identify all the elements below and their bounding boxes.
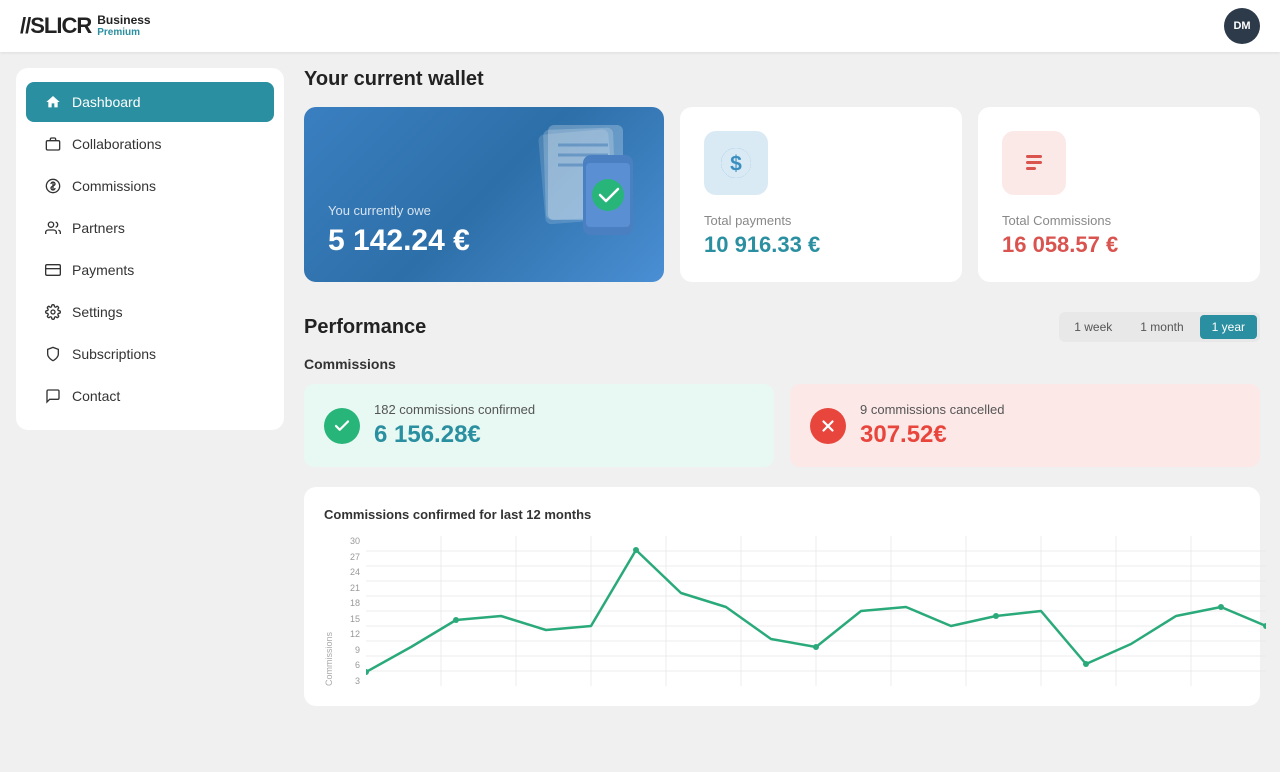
sidebar-item-payments[interactable]: Payments: [26, 250, 274, 290]
commission-cards: 182 commissions confirmed 6 156.28€ 9 co…: [304, 384, 1260, 467]
commissions-amount: 16 058.57 €: [1002, 232, 1118, 258]
y-axis-label: Commissions: [324, 536, 334, 686]
cancelled-amount: 307.52€: [860, 421, 1005, 449]
commission-card-confirmed: 182 commissions confirmed 6 156.28€: [304, 384, 774, 467]
cancelled-text: 9 commissions cancelled 307.52€: [860, 402, 1005, 449]
payments-text: Total payments 10 916.33 €: [704, 213, 820, 258]
payments-icon-wrap: $: [704, 131, 768, 195]
main-content: Your current wallet: [284, 52, 1280, 720]
chart-title: Commissions confirmed for last 12 months: [324, 507, 1240, 522]
performance-title: Performance: [304, 316, 426, 339]
wallet-card-owe: You currently owe 5 142.24 €: [304, 107, 664, 282]
sidebar: Dashboard Collaborations Commissions Par…: [16, 68, 284, 430]
header: //SLICR Business Premium DM: [0, 0, 1280, 52]
briefcase-icon: [44, 135, 62, 153]
message-icon: [44, 387, 62, 405]
sidebar-label-subscriptions: Subscriptions: [72, 346, 156, 362]
dollar-circle-icon: [44, 177, 62, 195]
sidebar-label-commissions: Commissions: [72, 178, 156, 194]
sidebar-item-dashboard[interactable]: Dashboard: [26, 82, 274, 122]
sidebar-item-partners[interactable]: Partners: [26, 208, 274, 248]
confirmed-text: 182 commissions confirmed 6 156.28€: [374, 402, 535, 449]
cancelled-x-icon: [810, 408, 846, 444]
time-filters: 1 week 1 month 1 year: [1059, 312, 1260, 342]
commission-card-cancelled: 9 commissions cancelled 307.52€: [790, 384, 1260, 467]
chart-inner: 30 27 24 21 18 15 12 9 6 3: [342, 536, 1266, 686]
chart-container: Commissions 30 27 24 21 18 15 12 9: [324, 536, 1240, 686]
sidebar-item-collaborations[interactable]: Collaborations: [26, 124, 274, 164]
logo: //SLICR Business Premium: [20, 13, 151, 39]
sidebar-label-collaborations: Collaborations: [72, 136, 162, 152]
chart-area: 30 27 24 21 18 15 12 9 6 3: [342, 536, 1266, 686]
gear-icon: [44, 303, 62, 321]
y-axis-values: 30 27 24 21 18 15 12 9 6 3: [342, 536, 366, 686]
filter-1week[interactable]: 1 week: [1062, 315, 1124, 339]
sidebar-label-partners: Partners: [72, 220, 125, 236]
commissions-text: Total Commissions 16 058.57 €: [1002, 213, 1118, 258]
sidebar-item-subscriptions[interactable]: Subscriptions: [26, 334, 274, 374]
commissions-label: Total Commissions: [1002, 213, 1118, 228]
wallet-title: Your current wallet: [304, 68, 1260, 91]
layout: Dashboard Collaborations Commissions Par…: [0, 52, 1280, 720]
sidebar-label-dashboard: Dashboard: [72, 94, 141, 110]
credit-card-icon: [44, 261, 62, 279]
filter-1month[interactable]: 1 month: [1128, 315, 1195, 339]
performance-header: Performance 1 week 1 month 1 year: [304, 312, 1260, 342]
sidebar-label-contact: Contact: [72, 388, 120, 404]
wallet-card-commissions: Total Commissions 16 058.57 €: [978, 107, 1260, 282]
chart-svg: [366, 536, 1266, 686]
sidebar-item-contact[interactable]: Contact: [26, 376, 274, 416]
cancelled-label: 9 commissions cancelled: [860, 402, 1005, 417]
logo-text: //SLICR: [20, 13, 91, 39]
payments-label: Total payments: [704, 213, 820, 228]
wallet-cards: You currently owe 5 142.24 € $ Total pay…: [304, 107, 1260, 282]
premium-label: Premium: [97, 27, 150, 38]
filter-1year[interactable]: 1 year: [1200, 315, 1257, 339]
confirmed-check-icon: [324, 408, 360, 444]
confirmed-label: 182 commissions confirmed: [374, 402, 535, 417]
business-label: Business: [97, 14, 150, 27]
sidebar-item-commissions[interactable]: Commissions: [26, 166, 274, 206]
sidebar-item-settings[interactable]: Settings: [26, 292, 274, 332]
shield-icon: [44, 345, 62, 363]
commissions-section-label: Commissions: [304, 356, 1260, 372]
sidebar-label-settings: Settings: [72, 304, 123, 320]
users-icon: [44, 219, 62, 237]
commissions-icon-wrap: [1002, 131, 1066, 195]
payments-amount: 10 916.33 €: [704, 232, 820, 258]
sidebar-label-payments: Payments: [72, 262, 134, 278]
wallet-card-payments: $ Total payments 10 916.33 €: [680, 107, 962, 282]
avatar[interactable]: DM: [1224, 8, 1260, 44]
home-icon: [44, 93, 62, 111]
chart-card: Commissions confirmed for last 12 months…: [304, 487, 1260, 706]
confirmed-amount: 6 156.28€: [374, 421, 535, 449]
logo-brand: Business Premium: [97, 14, 150, 38]
wallet-illustration: [478, 115, 648, 250]
svg-text:$: $: [730, 153, 742, 176]
